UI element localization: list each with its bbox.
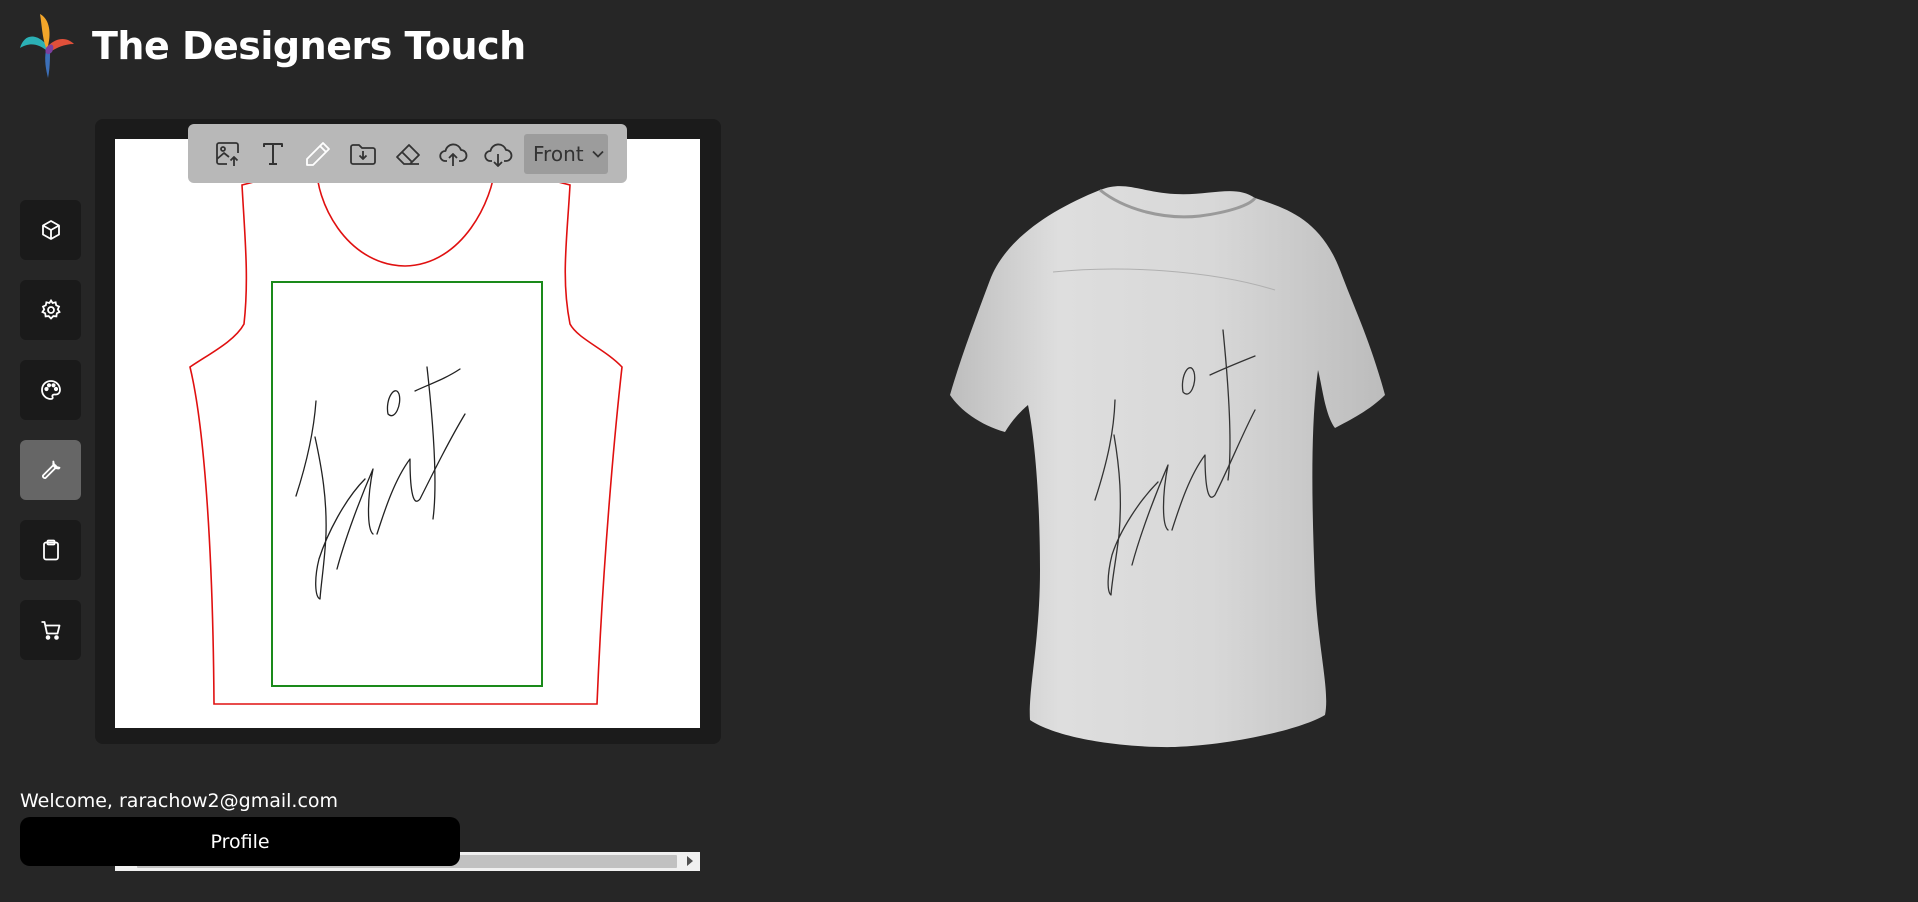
draw-button[interactable]: [295, 134, 340, 174]
view-select-value: Front: [533, 141, 584, 166]
wrench-icon: [41, 460, 60, 479]
sidebar: [20, 200, 81, 680]
drawing-toolbar: Front: [188, 124, 627, 183]
clipboard-icon: [42, 539, 59, 561]
sidebar-item-orders[interactable]: [20, 520, 81, 580]
eraser-button[interactable]: [385, 134, 430, 174]
sidebar-item-cart[interactable]: [20, 600, 81, 660]
pencil-icon: [305, 141, 330, 166]
tshirt-model: [950, 186, 1385, 748]
welcome-text: Welcome, rarachow2@gmail.com: [20, 790, 339, 812]
image-upload-icon: [215, 141, 239, 166]
design-canvas[interactable]: [115, 139, 700, 728]
sidebar-item-colors[interactable]: [20, 360, 81, 420]
cloud-upload-icon: [438, 143, 467, 166]
app-header: The Designers Touch: [18, 12, 526, 80]
text-icon: [262, 142, 283, 165]
tshirt-3d-preview[interactable]: [900, 170, 1440, 770]
scroll-right-arrow-icon[interactable]: [687, 856, 693, 866]
signature-drawing: [295, 366, 466, 600]
shirt-outline: [189, 164, 623, 705]
palette-icon: [40, 380, 61, 400]
shirt-pattern: [189, 164, 623, 705]
add-text-button[interactable]: [250, 134, 295, 174]
hummingbird-logo: [20, 14, 74, 78]
design-editor-panel: [95, 119, 721, 871]
upload-cloud-button[interactable]: [430, 134, 475, 174]
view-select[interactable]: Front: [524, 133, 608, 174]
folder-download-icon: [349, 143, 376, 165]
cloud-download-icon: [483, 143, 512, 167]
save-design-button[interactable]: [340, 134, 385, 174]
gear-icon: [40, 298, 61, 320]
sidebar-item-settings[interactable]: [20, 280, 81, 340]
download-cloud-button[interactable]: [475, 134, 520, 174]
print-area: [271, 281, 543, 687]
sidebar-item-3d-model[interactable]: [20, 200, 81, 260]
upload-image-button[interactable]: [205, 134, 250, 174]
app-title: The Designers Touch: [92, 24, 526, 68]
sidebar-item-tools[interactable]: [20, 440, 81, 500]
profile-button[interactable]: Profile: [20, 817, 460, 866]
cart-icon: [41, 621, 60, 640]
box-icon: [41, 220, 60, 240]
eraser-icon: [395, 143, 420, 165]
chevron-down-icon: [591, 150, 604, 158]
